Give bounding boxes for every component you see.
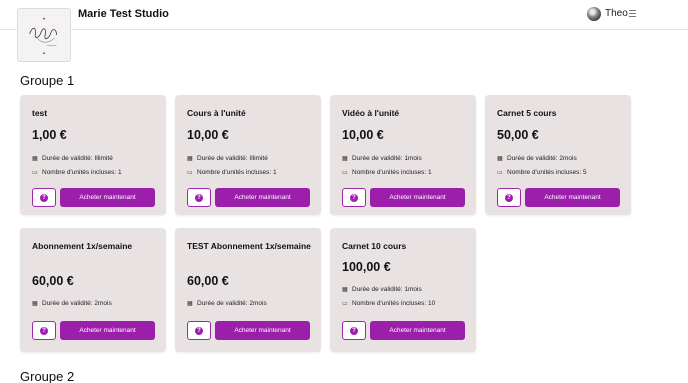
calendar-icon: ▦ xyxy=(187,155,193,162)
product-price: 10,00 € xyxy=(342,128,384,142)
details-button[interactable]: ? xyxy=(187,188,211,207)
units-line: ▭ Nombre d'unités incluses: 10 xyxy=(342,300,436,307)
group-title-2: Groupe 2 xyxy=(20,369,75,383)
menu-icon[interactable] xyxy=(629,10,636,19)
details-button[interactable]: ? xyxy=(342,188,366,207)
studio-name[interactable]: Marie Test Studio xyxy=(78,8,169,20)
product-price: 60,00 € xyxy=(32,274,74,288)
validity-line: ▦ Durée de validité: 2mois xyxy=(32,300,112,307)
product-price: 1,00 € xyxy=(32,128,67,142)
product-name: test xyxy=(32,108,48,118)
details-button[interactable]: ? xyxy=(32,188,56,207)
question-icon: ? xyxy=(505,193,513,202)
product-card: Abonnement 1x/semaine 60,00 € ▦ Durée de … xyxy=(20,228,166,352)
calendar-icon: ▦ xyxy=(342,286,348,293)
validity-line: ▦ Durée de validité: 1mois xyxy=(342,286,422,293)
details-button[interactable]: ? xyxy=(32,321,56,340)
product-card: Cours à l'unité 10,00 € ▦ Durée de validi… xyxy=(175,95,321,215)
calendar-icon: ▦ xyxy=(32,155,38,162)
product-card: Vidéo à l'unité 10,00 € ▦ Durée de validi… xyxy=(330,95,476,215)
buy-now-button[interactable]: Acheter maintenant xyxy=(60,321,155,340)
calendar-icon: ▦ xyxy=(187,300,193,307)
product-price: 100,00 € xyxy=(342,260,391,274)
question-icon: ? xyxy=(195,193,203,202)
units-line: ▭ Nombre d'unités incluses: 1 xyxy=(187,169,277,176)
buy-now-button[interactable]: Acheter maintenant xyxy=(215,321,310,340)
studio-logo[interactable] xyxy=(17,8,71,62)
product-name: Cours à l'unité xyxy=(187,108,246,118)
logo-signature-icon xyxy=(29,17,57,55)
product-name: TEST Abonnement 1x/semaine xyxy=(187,241,311,251)
question-icon: ? xyxy=(350,326,358,335)
buy-now-button[interactable]: Acheter maintenant xyxy=(370,321,465,340)
units-line: ▭ Nombre d'unités incluses: 5 xyxy=(497,169,587,176)
user-avatar[interactable] xyxy=(587,7,601,21)
product-price: 60,00 € xyxy=(187,274,229,288)
buy-now-button[interactable]: Acheter maintenant xyxy=(370,188,465,207)
product-card: Carnet 5 cours 50,00 € ▦ Durée de validit… xyxy=(485,95,631,215)
units-line: ▭ Nombre d'unités incluses: 1 xyxy=(342,169,432,176)
ticket-icon: ▭ xyxy=(187,169,193,176)
product-card: Carnet 10 cours 100,00 € ▦ Durée de valid… xyxy=(330,228,476,352)
validity-line: ▦ Durée de validité: 2mois xyxy=(497,155,577,162)
product-price: 10,00 € xyxy=(187,128,229,142)
buy-now-button[interactable]: Acheter maintenant xyxy=(60,188,155,207)
buy-now-button[interactable]: Acheter maintenant xyxy=(215,188,310,207)
question-icon: ? xyxy=(195,326,203,335)
product-name: Carnet 5 cours xyxy=(497,108,557,118)
validity-line: ▦ Durée de validité: Illimité xyxy=(32,155,113,162)
validity-line: ▦ Durée de validité: Illimité xyxy=(187,155,268,162)
user-name[interactable]: Theo xyxy=(605,8,628,19)
group-title-1: Groupe 1 xyxy=(20,73,75,88)
question-icon: ? xyxy=(350,193,358,202)
product-price: 50,00 € xyxy=(497,128,539,142)
details-button[interactable]: ? xyxy=(187,321,211,340)
product-name: Carnet 10 cours xyxy=(342,241,407,251)
calendar-icon: ▦ xyxy=(32,300,38,307)
ticket-icon: ▭ xyxy=(32,169,38,176)
product-name: Abonnement 1x/semaine xyxy=(32,241,133,251)
calendar-icon: ▦ xyxy=(497,155,503,162)
top-header: Marie Test Studio Theo xyxy=(0,0,688,30)
validity-line: ▦ Durée de validité: 2mois xyxy=(187,300,267,307)
question-icon: ? xyxy=(40,326,48,335)
details-button[interactable]: ? xyxy=(342,321,366,340)
ticket-icon: ▭ xyxy=(497,169,503,176)
question-icon: ? xyxy=(40,193,48,202)
product-name: Vidéo à l'unité xyxy=(342,108,400,118)
product-card: test 1,00 € ▦ Durée de validité: Illimité… xyxy=(20,95,166,215)
validity-line: ▦ Durée de validité: 1mois xyxy=(342,155,422,162)
buy-now-button[interactable]: Acheter maintenant xyxy=(525,188,620,207)
units-line: ▭ Nombre d'unités incluses: 1 xyxy=(32,169,122,176)
product-card: TEST Abonnement 1x/semaine 60,00 € ▦ Duré… xyxy=(175,228,321,352)
calendar-icon: ▦ xyxy=(342,155,348,162)
ticket-icon: ▭ xyxy=(342,300,348,307)
details-button[interactable]: ? xyxy=(497,188,521,207)
ticket-icon: ▭ xyxy=(342,169,348,176)
